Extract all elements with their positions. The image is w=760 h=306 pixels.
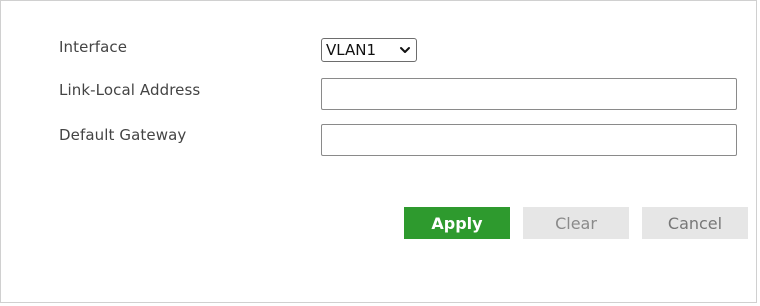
link-local-address-label: Link-Local Address <box>59 81 201 99</box>
clear-button[interactable]: Clear <box>523 207 629 239</box>
interface-select[interactable]: VLAN1 <box>321 38 417 62</box>
cancel-button[interactable]: Cancel <box>642 207 748 239</box>
default-gateway-input[interactable] <box>321 124 737 156</box>
settings-panel: Interface VLAN1 Link-Local Address Defau… <box>0 0 757 303</box>
default-gateway-label: Default Gateway <box>59 126 187 144</box>
interface-label: Interface <box>59 38 128 56</box>
interface-select-value: VLAN1 <box>326 41 376 59</box>
chevron-down-icon <box>400 47 410 53</box>
apply-button[interactable]: Apply <box>404 207 510 239</box>
link-local-address-input[interactable] <box>321 78 737 110</box>
